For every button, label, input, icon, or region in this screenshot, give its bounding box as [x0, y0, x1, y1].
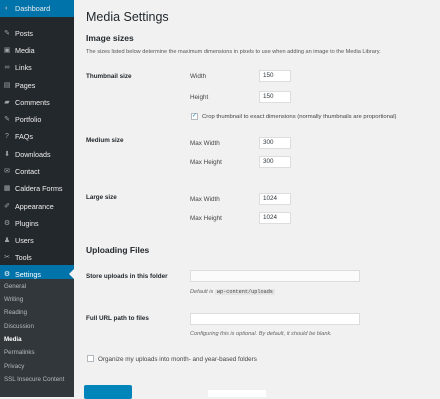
organize-uploads-label: Organize my uploads into month- and year…: [98, 356, 257, 363]
sidebar-item-faqs[interactable]: ? FAQs: [0, 127, 74, 145]
settings-submenu: General Writing Reading Discussion Media Perm…: [0, 279, 74, 397]
sidebar-item-label: Settings: [15, 269, 41, 279]
full-url-note: Configuring this is optional. By default…: [190, 331, 332, 337]
sidebar-item-tools[interactable]: ✂ Tools: [0, 248, 74, 266]
sidebar-item-appearance[interactable]: ✐ Appearance: [0, 197, 74, 215]
large-size-label: Large size: [86, 194, 117, 201]
sidebar-item-dashboard[interactable]: ◐ Dashboard: [0, 0, 74, 17]
store-uploads-label: Store uploads in this folder: [86, 273, 168, 280]
submenu-item-discussion[interactable]: Discussion: [4, 323, 34, 330]
sidebar-item-label: Tools: [15, 252, 32, 262]
sidebar-item-downloads[interactable]: ⬇ Downloads: [0, 145, 74, 163]
crop-thumbnail-label: Crop thumbnail to exact dimensions (norm…: [202, 114, 397, 120]
download-icon: ⬇: [4, 151, 10, 158]
medium-size-label: Medium size: [86, 137, 124, 144]
sidebar-item-caldera-forms[interactable]: ▦ Caldera Forms: [0, 179, 74, 197]
submenu-item-ssl-insecure-content[interactable]: SSL Insecure Content: [4, 376, 64, 383]
link-icon: ∞: [4, 63, 10, 71]
default-is-text: Default is: [190, 289, 214, 295]
sidebar-item-label: Downloads: [15, 149, 51, 159]
sidebar-item-label: Portfolio: [15, 114, 42, 124]
sidebar-item-contact[interactable]: ✉ Contact: [0, 162, 74, 180]
organize-uploads-checkbox[interactable]: [87, 355, 94, 362]
pages-icon: ▤: [3, 82, 11, 89]
dashboard-icon: ◐: [4, 5, 10, 12]
comments-icon: ▰: [4, 99, 10, 106]
tools-icon: ✂: [4, 254, 10, 261]
sidebar-item-pages[interactable]: ▤ Pages: [0, 76, 74, 94]
thumbnail-height-label: Height: [190, 94, 209, 101]
sidebar-item-label: Links: [15, 62, 32, 72]
submenu-item-privacy[interactable]: Privacy: [4, 363, 24, 370]
sidebar-item-label: Posts: [15, 28, 33, 38]
sidebar-item-plugins[interactable]: ⚙ Plugins: [0, 214, 74, 232]
portfolio-icon: ✎: [4, 116, 10, 123]
sidebar-item-users[interactable]: ♟ Users: [0, 231, 74, 249]
medium-max-height-label: Max Height: [190, 159, 222, 166]
mail-icon: ✉: [4, 168, 10, 175]
page-title: Media Settings: [86, 10, 169, 24]
sidebar-item-label: Pages: [15, 80, 36, 90]
default-path-note: Default is wp-content/uploads: [190, 289, 275, 295]
pin-icon: ✎: [4, 30, 10, 37]
sidebar-item-posts[interactable]: ✎ Posts: [0, 24, 74, 42]
medium-max-width-label: Max Width: [190, 140, 220, 147]
submenu-item-media[interactable]: Media: [4, 336, 22, 343]
sidebar-item-label: Media: [15, 45, 35, 55]
submenu-item-general[interactable]: General: [4, 283, 26, 290]
admin-sidebar: ◐ Dashboard ✎ Posts ▣ Media ∞ Links ▤ Pages ▰ Comme…: [0, 0, 74, 397]
sidebar-item-label: FAQs: [15, 131, 33, 141]
thumbnail-size-label: Thumbnail size: [86, 73, 132, 80]
medium-max-height-input[interactable]: 300: [259, 156, 291, 168]
thumbnail-height-input[interactable]: 150: [259, 91, 291, 103]
medium-max-width-input[interactable]: 300: [259, 137, 291, 149]
appearance-icon: ✐: [4, 203, 10, 210]
thumbnail-width-input[interactable]: 150: [259, 70, 291, 82]
media-icon: ▣: [3, 47, 11, 54]
users-icon: ♟: [3, 237, 11, 244]
footer-strip: [208, 390, 266, 397]
plugins-icon: ⚙: [3, 220, 11, 227]
image-sizes-heading: Image sizes: [86, 33, 134, 43]
full-url-input[interactable]: [190, 313, 360, 325]
upload-path-input[interactable]: [190, 270, 360, 282]
sidebar-item-media[interactable]: ▣ Media: [0, 41, 74, 59]
sidebar-item-label: Comments: [15, 97, 50, 107]
sidebar-item-comments[interactable]: ▰ Comments: [0, 93, 74, 111]
sidebar-item-label: Users: [15, 235, 34, 245]
faq-icon: ?: [5, 132, 9, 140]
forms-icon: ▦: [3, 185, 11, 192]
image-sizes-description: The sizes listed below determine the max…: [86, 49, 381, 55]
thumbnail-width-label: Width: [190, 73, 207, 80]
large-max-width-input[interactable]: 1024: [259, 193, 291, 205]
large-max-height-label: Max Height: [190, 215, 222, 222]
settings-icon: ⚙: [3, 271, 11, 278]
sidebar-item-label: Appearance: [15, 201, 54, 211]
submenu-item-permalinks[interactable]: Permalinks: [4, 349, 35, 356]
sidebar-item-portfolio[interactable]: ✎ Portfolio: [0, 110, 74, 128]
main-content: Media Settings Image sizes The sizes lis…: [74, 0, 440, 399]
large-max-width-label: Max Width: [190, 196, 220, 203]
submenu-item-reading[interactable]: Reading: [4, 309, 27, 316]
sidebar-item-label: Plugins: [15, 218, 39, 228]
sidebar-item-label: Caldera Forms: [15, 183, 63, 193]
sidebar-item-label: Dashboard: [15, 4, 51, 13]
full-url-label: Full URL path to files: [86, 315, 149, 322]
sidebar-item-links[interactable]: ∞ Links: [0, 58, 74, 76]
crop-thumbnail-checkbox[interactable]: ✓: [191, 113, 198, 120]
sidebar-item-label: Contact: [15, 166, 40, 176]
uploading-files-heading: Uploading Files: [86, 245, 150, 255]
submenu-item-writing[interactable]: Writing: [4, 296, 23, 303]
default-path-code: wp-content/uploads: [214, 289, 275, 295]
large-max-height-input[interactable]: 1024: [259, 212, 291, 224]
